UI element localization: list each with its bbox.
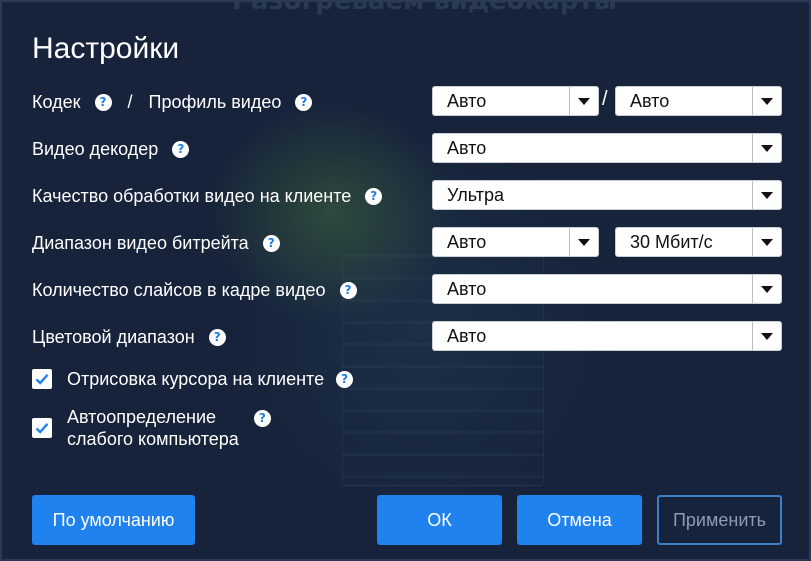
check-icon [35,374,49,385]
codec-label: Кодек [32,91,81,112]
bitrate-min-select[interactable]: Авто [432,227,599,257]
ok-button[interactable]: ОК [377,495,502,545]
chevron-down-icon[interactable] [752,228,781,256]
codec-profile-separator: / [127,91,133,112]
check-icon [35,423,49,434]
decoder-select[interactable]: Авто [432,133,782,163]
chevron-down-icon[interactable] [752,322,781,350]
color-range-select[interactable]: Авто [432,321,782,351]
bitrate-min-value: Авто [447,231,487,252]
cursor-checkbox-label: Отрисовка курсора на клиенте [67,369,325,389]
question-circle-icon[interactable]: ? [365,187,383,205]
question-circle-icon[interactable]: ? [94,93,112,111]
chevron-down-icon[interactable] [569,228,598,256]
codec-select-value: Авто [447,90,487,111]
chevron-down-icon[interactable] [752,87,781,115]
chevron-down-icon[interactable] [752,134,781,162]
chevron-down-icon[interactable] [569,87,598,115]
bitrate-row-label: Диапазон видео битрейта ? [32,228,280,258]
background-title: Разогреваем видеокарты [232,0,617,16]
slices-row-label: Количество слайсов в кадре видео ? [32,275,357,305]
decoder-label: Видео декодер [32,138,159,159]
weak-pc-checkbox[interactable] [32,418,52,438]
cursor-checkbox[interactable] [32,369,52,389]
cursor-checkbox-row[interactable]: Отрисовка курсора на клиенте ? [32,368,354,390]
slices-label: Количество слайсов в кадре видео [32,279,326,300]
question-circle-icon[interactable]: ? [253,409,271,427]
question-circle-icon[interactable]: ? [208,328,226,346]
color-range-row-label: Цветовой диапазон ? [32,322,226,352]
question-circle-icon[interactable]: ? [172,140,190,158]
weak-pc-label-line2: слабого компьютера [67,429,239,449]
color-range-label: Цветовой диапазон [32,326,195,347]
weak-pc-checkbox-row[interactable]: Автоопределение слабого компьютера ? [32,406,271,450]
question-circle-icon[interactable]: ? [295,93,313,111]
profile-label: Профиль видео [148,91,282,112]
color-range-select-value: Авто [447,325,487,346]
slices-select-value: Авто [447,278,487,299]
quality-label: Качество обработки видео на клиенте [32,185,352,206]
quality-select-value: Ультра [447,184,504,205]
decoder-select-value: Авто [447,137,487,158]
decoder-row-label: Видео декодер ? [32,134,190,164]
profile-select[interactable]: Авто [615,86,782,116]
codec-row-label: Кодек ? / Профиль видео ? [32,87,313,117]
chevron-down-icon[interactable] [752,181,781,209]
question-circle-icon[interactable]: ? [262,234,280,252]
codec-select[interactable]: Авто [432,86,599,116]
default-button[interactable]: По умолчанию [32,495,195,545]
chevron-down-icon[interactable] [752,275,781,303]
question-circle-icon[interactable]: ? [339,281,357,299]
weak-pc-checkbox-label: Автоопределение слабого компьютера [67,406,239,450]
weak-pc-label-line1: Автоопределение [67,407,217,427]
quality-select[interactable]: Ультра [432,180,782,210]
bitrate-max-value: 30 Мбит/с [630,231,713,252]
apply-button[interactable]: Применить [657,495,782,545]
dialog-title: Настройки [32,32,180,65]
profile-select-value: Авто [630,90,670,111]
quality-row-label: Качество обработки видео на клиенте ? [32,181,383,211]
bitrate-label: Диапазон видео битрейта [32,232,249,253]
slices-select[interactable]: Авто [432,274,782,304]
cancel-button[interactable]: Отмена [517,495,642,545]
bitrate-max-select[interactable]: 30 Мбит/с [615,227,782,257]
question-circle-icon[interactable]: ? [336,370,354,388]
settings-dialog: Разогреваем видеокарты Настройки Кодек ?… [0,0,811,561]
select-separator: / [602,88,608,110]
